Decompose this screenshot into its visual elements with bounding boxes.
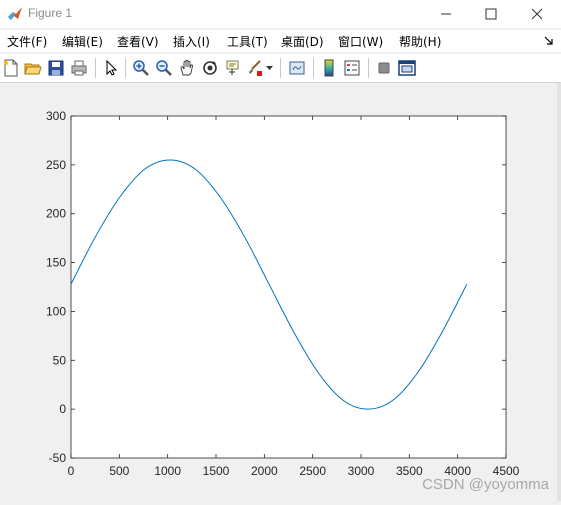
- plot-axes: [70, 115, 507, 459]
- y-tick-label: 0: [59, 402, 66, 416]
- new-figure-icon[interactable]: [2, 59, 20, 77]
- y-tick-label: 250: [46, 158, 66, 172]
- y-tick-label: -50: [49, 451, 67, 465]
- window-right-edge: [557, 83, 561, 501]
- colorbar-icon[interactable]: [320, 59, 338, 77]
- x-tick-label: 0: [68, 464, 75, 478]
- dock-arrow-icon[interactable]: [544, 36, 554, 46]
- x-tick-label: 2000: [251, 464, 278, 478]
- toolbar-separator: [313, 58, 315, 78]
- data-cursor-icon[interactable]: [224, 59, 242, 77]
- link-plot-icon[interactable]: [288, 59, 306, 77]
- pan-hand-icon[interactable]: [178, 59, 196, 77]
- menu-file[interactable]: 文件(F): [7, 33, 47, 50]
- x-tick-label: 500: [109, 464, 129, 478]
- legend-icon[interactable]: [343, 59, 361, 77]
- menu-help[interactable]: 帮助(H): [399, 33, 441, 50]
- brush-dropdown-icon[interactable]: [266, 66, 273, 71]
- open-file-icon[interactable]: [24, 59, 42, 77]
- y-tick-label: 100: [46, 304, 66, 318]
- x-tick-label: 3500: [396, 464, 423, 478]
- plot-svg: 0 500 1000 1500 2000 2500 3000 3500 4000 4500-500…: [46, 109, 520, 478]
- hide-plot-tools-icon[interactable]: [375, 59, 393, 77]
- y-tick-label: 150: [46, 256, 66, 270]
- toolbar-separator: [368, 58, 370, 78]
- menu-insert[interactable]: 插入(I): [173, 33, 210, 50]
- rotate-3d-icon[interactable]: [201, 59, 219, 77]
- y-tick-label: 300: [46, 109, 66, 123]
- y-tick-label: 50: [53, 353, 67, 367]
- watermark-text: CSDN @yoyomma: [422, 476, 549, 493]
- toolbar-separator: [280, 58, 282, 78]
- zoom-in-icon[interactable]: [132, 59, 150, 77]
- figure-canvas[interactable]: 0 500 1000 1500 2000 2500 3000 3500 4000 4500 -50 0…: [0, 83, 561, 501]
- x-tick-label: 2500: [299, 464, 326, 478]
- menu-desktop[interactable]: 桌面(D): [281, 33, 324, 50]
- y-tick-label: 200: [46, 207, 66, 221]
- menu-edit[interactable]: 编辑(E): [62, 33, 103, 50]
- toolbar-separator: [95, 58, 97, 78]
- maximize-icon: [485, 8, 497, 20]
- minimize-button[interactable]: [424, 0, 468, 28]
- window-titlebar[interactable]: Figure 1: [0, 0, 561, 28]
- print-icon[interactable]: [70, 59, 88, 77]
- toolbar-separator: [125, 58, 127, 78]
- window-title: Figure 1: [28, 6, 73, 20]
- minimize-icon: [441, 13, 451, 15]
- edit-plot-pointer-icon[interactable]: [102, 59, 120, 77]
- figure-toolbar: [0, 54, 561, 83]
- menu-view[interactable]: 查看(V): [117, 33, 159, 50]
- show-plot-tools-icon[interactable]: [398, 59, 416, 77]
- x-tick-label: 1000: [154, 464, 181, 478]
- menu-window[interactable]: 窗口(W): [338, 33, 383, 50]
- menu-bar: 文件(F) 编辑(E) 查看(V) 插入(I) 工具(T) 桌面(D) 窗口(W…: [0, 30, 561, 52]
- maximize-button[interactable]: [469, 0, 513, 28]
- x-tick-label: 1500: [203, 464, 230, 478]
- brush-icon[interactable]: [246, 59, 264, 77]
- x-tick-label: 3000: [348, 464, 375, 478]
- matlab-logo-icon: [8, 7, 22, 20]
- close-icon: [531, 8, 543, 20]
- save-icon[interactable]: [47, 59, 65, 77]
- zoom-out-icon[interactable]: [155, 59, 173, 77]
- menu-tools[interactable]: 工具(T): [227, 33, 268, 50]
- close-button[interactable]: [515, 0, 559, 28]
